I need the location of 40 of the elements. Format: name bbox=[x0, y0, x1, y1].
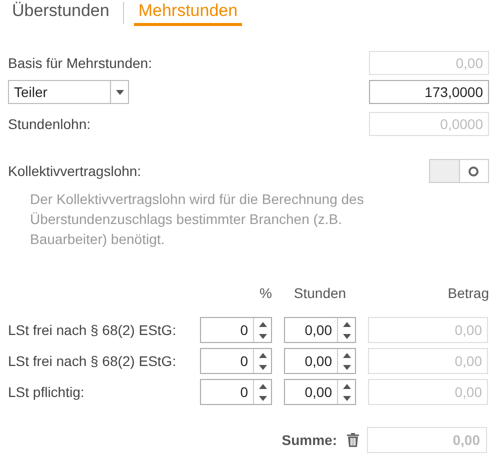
up-triangle-icon bbox=[342, 384, 350, 388]
up-triangle-icon bbox=[258, 352, 266, 358]
toggle-switch[interactable] bbox=[429, 159, 489, 183]
column-header: Betrag bbox=[446, 285, 489, 301]
row-label: LSt pflichtig: bbox=[8, 384, 86, 400]
field-label: Kollektivvertragslohn: bbox=[8, 163, 142, 179]
number-field[interactable]: 0 bbox=[200, 348, 272, 374]
column-header: Stunden bbox=[292, 285, 348, 301]
up-triangle-icon bbox=[258, 322, 266, 326]
amount-field: 0,00 bbox=[368, 317, 488, 343]
dropdown[interactable]: Teiler bbox=[8, 80, 129, 104]
number-field[interactable]: 0 bbox=[200, 379, 272, 405]
down-triangle-icon bbox=[258, 334, 266, 338]
number-field[interactable]: 0,00 bbox=[284, 379, 356, 405]
field-label: Stundenlohn: bbox=[8, 116, 91, 132]
down-triangle-icon bbox=[258, 364, 266, 370]
up-triangle-icon bbox=[258, 384, 266, 388]
circle-icon bbox=[468, 166, 480, 176]
number-field[interactable]: 0 bbox=[200, 317, 272, 343]
amount-field: 0,00 bbox=[368, 348, 488, 374]
sum-field: 0,00 bbox=[367, 427, 487, 453]
description-text: Der Kollektivvertragslohn wird für die Berechnung des Überstundenzuschlags bestimmter Branchen (z.B. Bauarbeiter) benötigt. bbox=[30, 190, 365, 249]
down-triangle-icon bbox=[258, 396, 266, 400]
field-label: Basis für Mehrstunden: bbox=[8, 55, 152, 71]
trash-icon[interactable] bbox=[347, 433, 359, 447]
tab[interactable]: Überstunden bbox=[8, 0, 114, 26]
caret-icon bbox=[116, 90, 124, 94]
number-field[interactable]: 0,00 bbox=[284, 317, 356, 343]
up-triangle-icon bbox=[342, 322, 350, 326]
down-triangle-icon bbox=[342, 396, 350, 400]
up-triangle-icon bbox=[342, 352, 350, 358]
down-triangle-icon bbox=[342, 364, 350, 370]
row-label: LSt frei nach § 68(2) EStG: bbox=[8, 353, 178, 369]
number-field[interactable]: 0,00 bbox=[284, 348, 356, 374]
row-label: LSt frei nach § 68(2) EStG: bbox=[8, 322, 178, 338]
input-field[interactable]: 173,0000 bbox=[369, 80, 489, 104]
down-triangle-icon bbox=[342, 334, 350, 338]
sum-label: Summe: bbox=[282, 432, 337, 448]
amount-field: 0,00 bbox=[368, 379, 488, 405]
column-header: % bbox=[258, 285, 272, 301]
